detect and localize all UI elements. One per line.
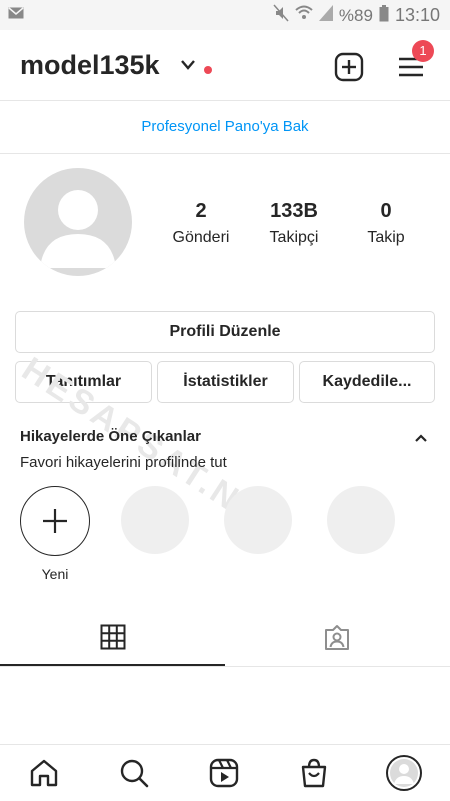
following-count: 0 (380, 200, 392, 222)
followers-stat[interactable]: 133B Takipçi (249, 200, 339, 247)
avatar[interactable] (24, 168, 132, 276)
profile-tabs (0, 608, 450, 667)
posts-stat[interactable]: 2 Gönderi (156, 200, 246, 247)
insights-button[interactable]: İstatistikler (157, 361, 294, 403)
wifi-icon (295, 5, 313, 26)
plus-square-icon (334, 52, 364, 82)
profile-header: model135k 1 (0, 30, 450, 101)
home-icon[interactable] (28, 757, 60, 789)
bottom-navigation (0, 744, 450, 801)
shop-icon[interactable] (298, 757, 330, 789)
highlights-subtitle: Favori hikayelerini profilinde tut (20, 454, 227, 471)
battery-icon (379, 4, 389, 27)
search-icon[interactable] (118, 757, 150, 789)
saved-button[interactable]: Kaydedile... (299, 361, 435, 403)
new-highlight-button[interactable] (20, 486, 90, 556)
active-tab-indicator (0, 664, 225, 666)
highlight-placeholder (121, 486, 189, 554)
tab-posts-grid[interactable] (100, 624, 126, 655)
edit-profile-button[interactable]: Profili Düzenle (15, 311, 435, 353)
chevron-down-icon[interactable] (180, 58, 196, 76)
highlight-placeholder (224, 486, 292, 554)
clock: 13:10 (394, 5, 440, 25)
reels-icon[interactable] (208, 757, 240, 789)
mail-icon (8, 6, 24, 24)
following-label: Takip (367, 229, 405, 246)
account-notification-dot (204, 66, 212, 74)
mute-icon (273, 4, 289, 27)
tagged-person-icon (325, 625, 349, 650)
grid-icon (100, 624, 126, 650)
signal-icon (318, 5, 333, 26)
notification-badge: 1 (412, 40, 434, 62)
posts-label: Gönderi (172, 229, 230, 246)
new-highlight-label: Yeni (41, 566, 69, 582)
posts-count: 2 (195, 200, 207, 222)
highlights-title: Hikayelerde Öne Çıkanlar (20, 428, 201, 445)
create-post-button[interactable] (334, 52, 364, 82)
followers-label: Takipçi (269, 229, 319, 246)
professional-dashboard-link[interactable]: Profesyonel Pano'ya Bak (0, 101, 450, 154)
following-stat[interactable]: 0 Takip (341, 200, 431, 247)
tab-tagged[interactable] (323, 624, 351, 657)
followers-count: 133B (270, 200, 318, 222)
highlight-placeholder (327, 486, 395, 554)
plus-icon (43, 509, 67, 533)
profile-avatar-icon[interactable] (386, 755, 422, 791)
status-bar: %89 13:10 (0, 0, 450, 30)
chevron-up-icon[interactable] (414, 430, 428, 448)
battery-percent: %89 (338, 5, 373, 25)
username[interactable]: model135k (20, 50, 160, 81)
default-avatar-icon (40, 190, 116, 268)
